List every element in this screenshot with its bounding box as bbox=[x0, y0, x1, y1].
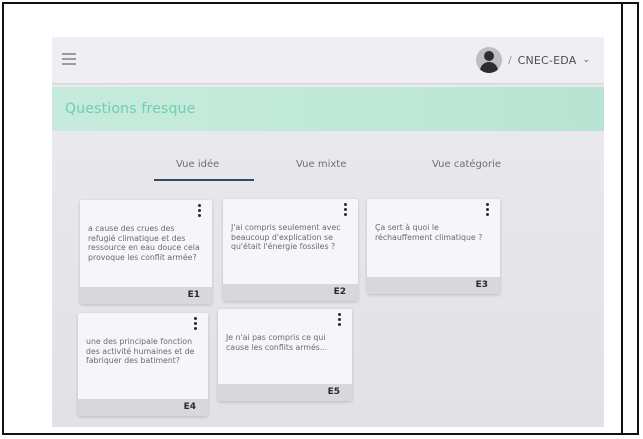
active-tab-indicator bbox=[154, 179, 254, 181]
card-code: E5 bbox=[327, 387, 340, 397]
user-separator: / bbox=[508, 54, 512, 66]
tab-vue-mixte[interactable]: Vue mixte bbox=[296, 159, 346, 170]
card-code: E1 bbox=[187, 290, 200, 300]
frame-divider bbox=[621, 4, 623, 433]
more-options-icon[interactable] bbox=[338, 313, 342, 326]
hamburger-menu-icon[interactable] bbox=[62, 53, 76, 65]
card-code: E2 bbox=[333, 287, 346, 297]
card-text: une des principale fonction des activité… bbox=[86, 337, 195, 366]
card-text: Ça sert à quoi le réchauffement climatiq… bbox=[375, 223, 483, 242]
view-tabs: Vue idée Vue mixte Vue catégorie bbox=[52, 155, 604, 185]
idea-card-e3[interactable]: Ça sert à quoi le réchauffement climatiq… bbox=[367, 199, 500, 294]
app-screen: / CNEC-EDA ⌄ Questions fresque Vue idée … bbox=[52, 37, 604, 427]
more-options-icon[interactable] bbox=[486, 203, 490, 216]
idea-card-e2[interactable]: J'ai compris seulement avec beaucoup d'e… bbox=[223, 199, 358, 301]
tab-vue-categorie[interactable]: Vue catégorie bbox=[432, 159, 501, 170]
more-options-icon[interactable] bbox=[198, 204, 202, 217]
idea-card-e1[interactable]: a cause des crues des refugié climatique… bbox=[80, 200, 212, 304]
tab-vue-idee[interactable]: Vue idée bbox=[176, 159, 219, 170]
more-options-icon[interactable] bbox=[344, 203, 348, 216]
card-footer: E1 bbox=[80, 287, 212, 304]
card-text: J'ai compris seulement avec beaucoup d'e… bbox=[231, 223, 341, 252]
avatar[interactable] bbox=[476, 47, 503, 73]
card-text: a cause des crues des refugié climatique… bbox=[88, 224, 200, 262]
title-band: Questions fresque bbox=[52, 87, 604, 131]
user-menu[interactable]: / CNEC-EDA ⌄ bbox=[476, 45, 590, 75]
card-footer: E4 bbox=[78, 399, 208, 416]
page-title: Questions fresque bbox=[65, 101, 196, 117]
card-code: E3 bbox=[475, 280, 488, 290]
chevron-down-icon[interactable]: ⌄ bbox=[582, 55, 590, 65]
more-options-icon[interactable] bbox=[194, 317, 198, 330]
card-footer: E2 bbox=[223, 284, 358, 301]
idea-card-e4[interactable]: une des principale fonction des activité… bbox=[78, 313, 208, 416]
top-bar: / CNEC-EDA ⌄ bbox=[52, 37, 604, 83]
card-footer: E3 bbox=[367, 277, 500, 294]
card-text: Je n'ai pas compris ce qui cause les con… bbox=[226, 333, 328, 352]
user-name[interactable]: CNEC-EDA bbox=[518, 54, 577, 67]
card-code: E4 bbox=[183, 402, 196, 412]
card-footer: E5 bbox=[218, 384, 352, 401]
idea-card-e5[interactable]: Je n'ai pas compris ce qui cause les con… bbox=[218, 309, 352, 401]
